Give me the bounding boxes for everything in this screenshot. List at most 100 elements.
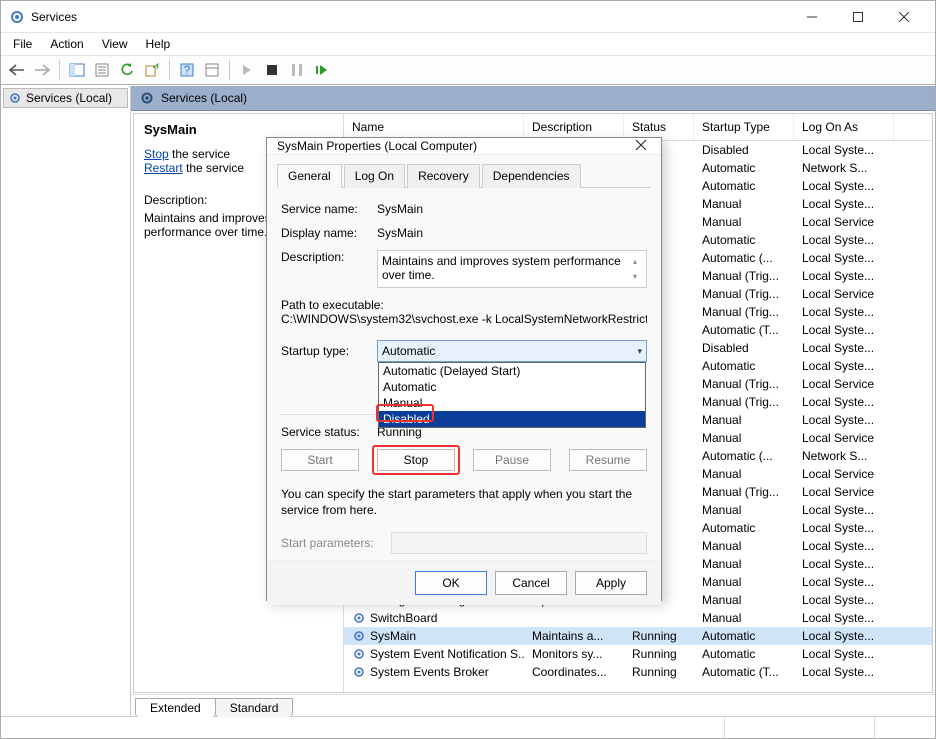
restart-suffix: the service [183, 161, 244, 175]
help-button[interactable]: ? [175, 58, 199, 82]
tree-item-label: Services (Local) [26, 91, 112, 105]
row-logon: Local Service [794, 376, 894, 392]
row-logon: Local Syste... [794, 196, 894, 212]
restart-link[interactable]: Restart [144, 161, 183, 175]
export-button[interactable] [140, 58, 164, 82]
properties-dialog: SysMain Properties (Local Computer) Gene… [266, 137, 662, 601]
pause-button: Pause [473, 449, 551, 471]
pause-service-button[interactable] [285, 58, 309, 82]
menu-action[interactable]: Action [42, 35, 91, 53]
row-logon: Local Syste... [794, 232, 894, 248]
startup-type-dropdown[interactable]: Automatic (Delayed Start)AutomaticManual… [378, 362, 646, 428]
dialog-tabs: General Log On Recovery Dependencies [277, 163, 651, 188]
row-logon: Local Syste... [794, 412, 894, 428]
value-path: C:\WINDOWS\system32\svchost.exe -k Local… [281, 312, 647, 326]
tab-logon[interactable]: Log On [344, 164, 405, 188]
restart-service-button[interactable] [310, 58, 334, 82]
cancel-button[interactable]: Cancel [495, 571, 567, 595]
row-name: System Events Broker [370, 665, 489, 679]
description-value: Maintains and improves system performanc… [382, 254, 628, 284]
stop-service-button[interactable] [260, 58, 284, 82]
table-row[interactable]: SysMainMaintains a...RunningAutomaticLoc… [344, 627, 932, 645]
dialog-close-button[interactable] [631, 138, 651, 154]
scroll-down-icon[interactable]: ▾ [628, 269, 642, 284]
gear-icon [352, 665, 366, 679]
minimize-button[interactable] [789, 2, 835, 32]
description-scroll[interactable]: ▴▾ [628, 254, 642, 284]
row-logon: Local Syste... [794, 628, 894, 644]
tree-pane: Services (Local) [1, 86, 131, 716]
tab-general[interactable]: General [277, 164, 342, 188]
right-pane-header: Services (Local) [131, 86, 935, 111]
row-startup-type: Manual [694, 592, 794, 608]
row-startup-type: Manual [694, 610, 794, 626]
row-startup-type: Manual [694, 574, 794, 590]
row-startup-type: Automatic [694, 178, 794, 194]
row-name: SysMain [370, 629, 416, 643]
table-row[interactable]: System Event Notification S...Monitors s… [344, 645, 932, 663]
tab-dependencies[interactable]: Dependencies [482, 164, 581, 188]
start-service-button[interactable] [235, 58, 259, 82]
refresh-button[interactable] [115, 58, 139, 82]
row-logon: Local Syste... [794, 646, 894, 662]
row-status: Running [624, 646, 694, 662]
tree-services-local[interactable]: Services (Local) [3, 88, 128, 108]
highlight-annotation [376, 404, 434, 422]
row-startup-type: Manual [694, 196, 794, 212]
label-service-name: Service name: [281, 202, 377, 216]
stop-link[interactable]: Stop [144, 147, 169, 161]
row-logon: Local Service [794, 430, 894, 446]
tab-extended[interactable]: Extended [135, 698, 216, 717]
dialog-title-text: SysMain Properties (Local Computer) [277, 139, 631, 153]
row-startup-type: Automatic [694, 628, 794, 644]
menu-help[interactable]: Help [138, 35, 179, 53]
startup-type-combobox[interactable]: Automatic ▾ Automatic (Delayed Start)Aut… [377, 340, 647, 362]
row-logon: Local Service [794, 214, 894, 230]
toolbar: ? [1, 55, 935, 85]
gear-icon [8, 91, 22, 105]
row-startup-type: Manual (Trig... [694, 268, 794, 284]
label-service-status: Service status: [281, 425, 377, 439]
properties-button[interactable] [90, 58, 114, 82]
tab-standard[interactable]: Standard [215, 698, 294, 717]
maximize-button[interactable] [835, 2, 881, 32]
col-logon-as[interactable]: Log On As [794, 114, 894, 140]
row-logon: Local Syste... [794, 574, 894, 590]
row-status: Running [624, 628, 694, 644]
row-startup-type: Manual [694, 556, 794, 572]
apply-button[interactable]: Apply [575, 571, 647, 595]
row-logon: Local Service [794, 484, 894, 500]
ok-button[interactable]: OK [415, 571, 487, 595]
combo-option[interactable]: Automatic [379, 379, 645, 395]
row-logon: Local Service [794, 286, 894, 302]
table-row[interactable]: System Events BrokerCoordinates...Runnin… [344, 663, 932, 681]
forward-button[interactable] [30, 58, 54, 82]
row-logon: Local Syste... [794, 340, 894, 356]
row-description: Monitors sy... [524, 646, 624, 662]
col-startup-type[interactable]: Startup Type [694, 114, 794, 140]
show-help-button[interactable] [200, 58, 224, 82]
row-startup-type: Manual [694, 466, 794, 482]
highlight-annotation [372, 445, 460, 475]
chevron-down-icon: ▾ [637, 346, 642, 357]
services-app-icon [9, 9, 25, 25]
gear-icon [352, 611, 366, 625]
back-button[interactable] [5, 58, 29, 82]
menu-file[interactable]: File [5, 35, 40, 53]
close-button[interactable] [881, 2, 927, 32]
stop-button[interactable]: Stop [377, 449, 455, 471]
menu-view[interactable]: View [94, 35, 136, 53]
show-hide-tree-button[interactable] [65, 58, 89, 82]
label-display-name: Display name: [281, 226, 377, 240]
combo-option[interactable]: Automatic (Delayed Start) [379, 363, 645, 379]
row-logon: Local Syste... [794, 538, 894, 554]
gear-icon [352, 629, 366, 643]
table-row[interactable]: SwitchBoardManualLocal Syste... [344, 609, 932, 627]
service-control-buttons: Start Stop Pause Resume [281, 449, 647, 471]
tab-recovery[interactable]: Recovery [407, 164, 480, 188]
start-params-hint: You can specify the start parameters tha… [281, 487, 647, 518]
row-startup-type: Manual (Trig... [694, 484, 794, 500]
row-logon: Network S... [794, 448, 894, 464]
row-startup-type: Automatic [694, 160, 794, 176]
scroll-up-icon[interactable]: ▴ [628, 254, 642, 269]
